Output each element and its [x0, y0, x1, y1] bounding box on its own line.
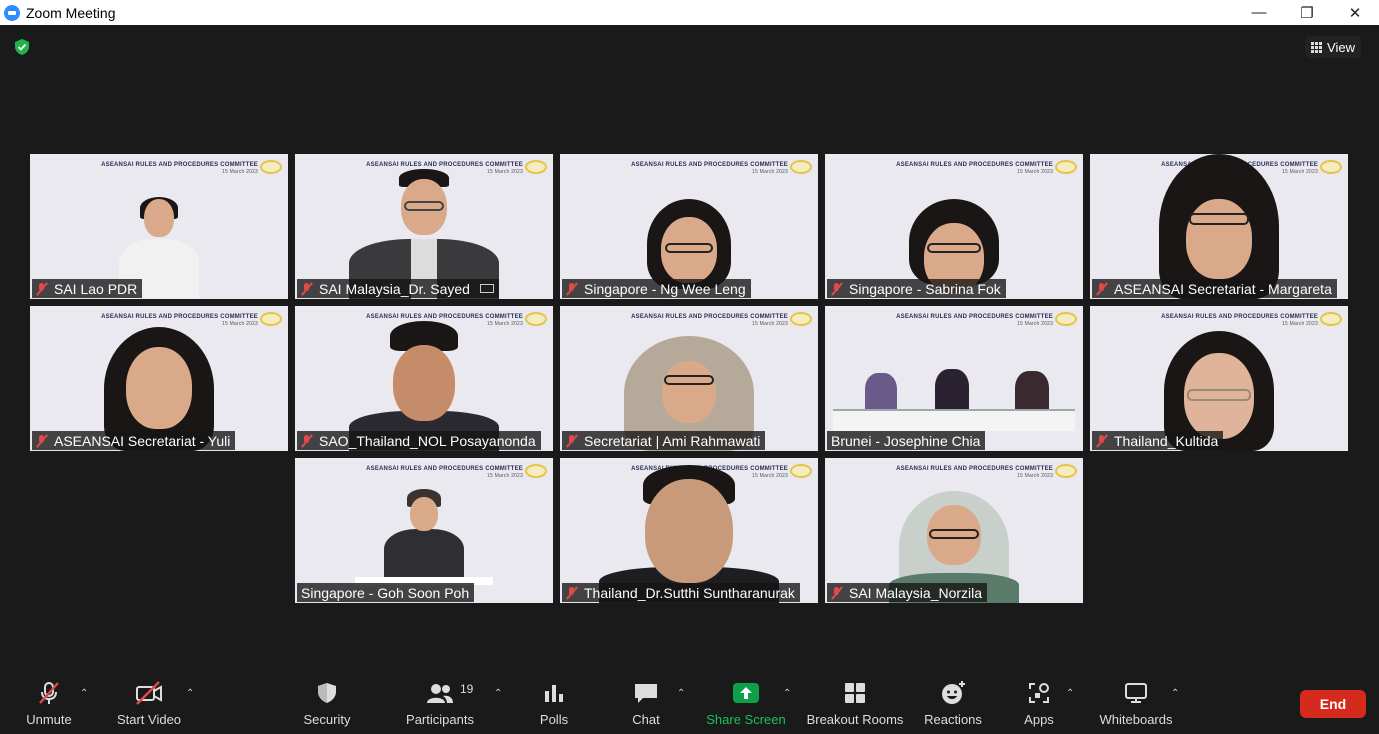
aseansai-logo-icon [260, 160, 282, 174]
meeting-banner: ASEANSAI RULES AND PROCEDURES COMMITTEE1… [631, 162, 788, 175]
breakout-rooms-button[interactable]: Breakout Rooms [806, 680, 904, 728]
participant-name-tag: Singapore - Goh Soon Poh [297, 583, 475, 602]
video-tile[interactable]: ASEANSAI RULES AND PROCEDURES COMMITTEE1… [1090, 306, 1348, 451]
aseansai-logo-icon [790, 160, 812, 174]
video-tile[interactable]: ASEANSAI RULES AND PROCEDURES COMMITTEE1… [560, 306, 818, 451]
meeting-banner: ASEANSAI RULES AND PROCEDURES COMMITTEE1… [896, 314, 1053, 327]
share-options-caret[interactable]: ⌃ [783, 688, 791, 699]
video-tile[interactable]: ASEANSAI RULES AND PROCEDURES COMMITTEE1… [295, 154, 553, 299]
video-tile[interactable]: ASEANSAI RULES AND PROCEDURES COMMITTEE1… [560, 154, 818, 299]
participants-count: 19 [460, 682, 474, 696]
participant-name-tag: Singapore - Sabrina Fok [827, 279, 1006, 298]
participant-name-tag: Thailand_Kultida [1092, 431, 1224, 450]
aseansai-logo-icon [1320, 160, 1342, 174]
meeting-banner: ASEANSAI RULES AND PROCEDURES COMMITTEE1… [896, 162, 1053, 175]
meeting-banner: ASEANSAI RULES AND PROCEDURES COMMITTEE1… [631, 314, 788, 327]
muted-mic-icon [831, 586, 843, 600]
participant-name-tag: ASEANSAI Secretariat - Yuli [32, 431, 236, 450]
meeting-banner: ASEANSAI RULES AND PROCEDURES COMMITTEE1… [1161, 314, 1318, 327]
conference-table [833, 409, 1075, 431]
share-screen-button[interactable]: Share Screen [706, 680, 786, 728]
whiteboards-button[interactable]: Whiteboards [1096, 680, 1176, 728]
aseansai-logo-icon [1055, 464, 1077, 478]
aseansai-logo-icon [790, 312, 812, 326]
muted-mic-icon [566, 434, 578, 448]
video-tile[interactable]: ASEANSAI RULES AND PROCEDURES COMMITTEE1… [295, 306, 553, 451]
participant-name-tag: Thailand_Dr.Sutthi Suntharanurak [562, 583, 800, 602]
muted-mic-icon [566, 586, 578, 600]
participant-name-tag: SAI Lao PDR [32, 279, 143, 298]
chat-options-caret[interactable]: ⌃ [677, 688, 685, 699]
meeting-banner: ASEANSAI RULES AND PROCEDURES COMMITTEE1… [101, 162, 258, 175]
share-screen-arrow-icon [733, 683, 759, 703]
muted-mic-icon [1096, 282, 1108, 296]
aseansai-logo-icon [525, 312, 547, 326]
reactions-button[interactable]: Reactions [922, 680, 984, 728]
video-options-caret[interactable]: ⌃ [186, 688, 194, 699]
participant-name-tag: ASEANSAI Secretariat - Margareta [1092, 279, 1337, 298]
meeting-banner: ASEANSAI RULES AND PROCEDURES COMMITTEE1… [896, 466, 1053, 479]
participant-name-tag: Singapore - Ng Wee Leng [562, 279, 751, 298]
unmute-button[interactable]: Unmute [22, 680, 76, 728]
aseansai-logo-icon [1055, 160, 1077, 174]
polls-bar-chart-icon [545, 685, 563, 702]
muted-mic-icon [566, 282, 578, 296]
participant-name-tag: Brunei - Josephine Chia [827, 431, 986, 450]
meeting-banner: ASEANSAI RULES AND PROCEDURES COMMITTEE1… [101, 314, 258, 327]
participant-name-tag: Secretariat | Ami Rahmawati [562, 431, 766, 450]
muted-mic-icon [36, 434, 48, 448]
video-tile[interactable]: ASEANSAI RULES AND PROCEDURES COMMITTEE1… [30, 154, 288, 299]
reactions-smiley-icon [942, 681, 965, 704]
video-tile[interactable]: ASEANSAI RULES AND PROCEDURES COMMITTEE1… [825, 458, 1083, 603]
participants-icon [427, 684, 453, 703]
video-tile[interactable]: ASEANSAI RULES AND PROCEDURES COMMITTEE1… [560, 458, 818, 603]
aseansai-logo-icon [525, 464, 547, 478]
muted-mic-icon [301, 282, 313, 296]
video-tile[interactable]: ASEANSAI RULES AND PROCEDURES COMMITTEE1… [295, 458, 553, 603]
whiteboard-icon [1125, 683, 1147, 703]
muted-mic-icon [1096, 434, 1108, 448]
muted-mic-icon [36, 282, 48, 296]
video-tile[interactable]: ASEANSAI RULES AND PROCEDURES COMMITTEE1… [30, 306, 288, 451]
video-tile[interactable]: ASEANSAI RULES AND PROCEDURES COMMITTEE1… [1090, 154, 1348, 299]
video-tile[interactable]: ASEANSAI RULES AND PROCEDURES COMMITTEE1… [825, 306, 1083, 451]
video-tile[interactable]: ASEANSAI RULES AND PROCEDURES COMMITTEE1… [825, 154, 1083, 299]
participants-options-caret[interactable]: ⌃ [494, 688, 502, 699]
screen-share-icon [479, 284, 494, 293]
whiteboard-options-caret[interactable]: ⌃ [1171, 688, 1179, 699]
apps-button[interactable]: Apps [1020, 680, 1058, 728]
participants-button[interactable]: 19 Participants [404, 680, 476, 728]
aseansai-logo-icon [1055, 312, 1077, 326]
meeting-banner: ASEANSAI RULES AND PROCEDURES COMMITTEE1… [366, 466, 523, 479]
security-button[interactable]: Security [298, 680, 356, 728]
shield-icon [318, 683, 336, 703]
chat-bubble-icon [635, 684, 657, 703]
apps-icon [1029, 683, 1049, 703]
video-off-icon [136, 681, 162, 705]
participant-name-tag: SAI Malaysia_Norzila [827, 583, 988, 602]
aseansai-logo-icon [790, 464, 812, 478]
participant-name-tag: SAO_Thailand_NOL Posayanonda [297, 431, 541, 450]
participant-video [384, 529, 464, 579]
audio-options-caret[interactable]: ⌃ [80, 688, 88, 699]
video-gallery: ASEANSAI RULES AND PROCEDURES COMMITTEE 1… [0, 0, 1379, 734]
polls-button[interactable]: Polls [534, 680, 574, 728]
start-video-button[interactable]: Start Video [114, 680, 184, 728]
aseansai-logo-icon [525, 160, 547, 174]
muted-microphone-icon [39, 682, 59, 704]
breakout-rooms-grid-icon [845, 683, 865, 703]
chat-button[interactable]: Chat [626, 680, 666, 728]
end-meeting-button[interactable]: End [1300, 690, 1366, 718]
muted-mic-icon [301, 434, 313, 448]
apps-options-caret[interactable]: ⌃ [1066, 688, 1074, 699]
muted-mic-icon [831, 282, 843, 296]
participant-name-tag: SAI Malaysia_Dr. Sayed [297, 279, 499, 298]
aseansai-logo-icon [1320, 312, 1342, 326]
aseansai-logo-icon [260, 312, 282, 326]
